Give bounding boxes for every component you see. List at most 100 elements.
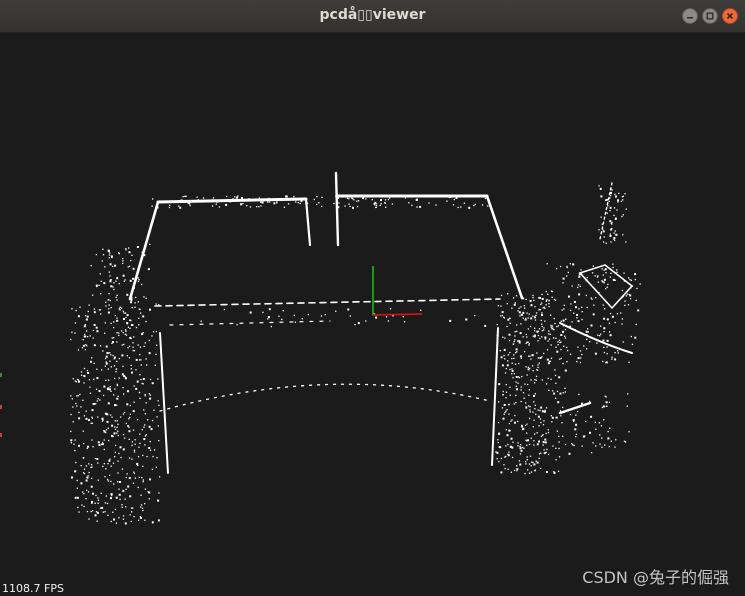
cloud-point (112, 354, 114, 357)
cloud-point (307, 313, 309, 316)
cloud-point (126, 293, 129, 296)
cloud-point (371, 199, 373, 201)
3d-viewport[interactable]: 1108.7 FPS CSDN @兔子的倔强 (0, 33, 745, 596)
cloud-point (88, 518, 90, 520)
cloud-point (72, 421, 74, 423)
cloud-point (131, 458, 133, 460)
cloud-point (538, 362, 540, 364)
cloud-point (116, 277, 119, 280)
cloud-point (333, 202, 335, 205)
cloud-point (113, 282, 115, 284)
cloud-point (113, 394, 115, 396)
cloud-point (151, 205, 153, 207)
cloud-point (624, 300, 626, 302)
cloud-point (502, 336, 504, 338)
cloud-point (601, 223, 603, 225)
cloud-point (628, 431, 630, 433)
axis-x (372, 313, 423, 316)
cloud-point (75, 461, 77, 464)
cloud-point (609, 427, 611, 429)
pcl-viewer-window: pcdå▯▯viewer 1108.7 FPS CSDN @兔子的倔强 (0, 0, 745, 596)
cloud-point (182, 196, 184, 198)
cloud-point (542, 424, 545, 426)
cloud-point (586, 276, 588, 279)
cloud-point (520, 306, 522, 308)
cloud-point (611, 315, 614, 318)
minimize-button[interactable] (682, 8, 698, 24)
cloud-point (518, 341, 521, 344)
cloud-point (287, 203, 290, 205)
cloud-point (543, 410, 546, 413)
cloud-point (529, 411, 531, 413)
cloud-point (74, 439, 76, 441)
cloud-point (127, 390, 129, 393)
cloud-point (107, 427, 109, 429)
cloud-point (85, 498, 87, 500)
cloud-point (609, 206, 612, 209)
cloud-point (506, 303, 508, 305)
cloud-point (526, 374, 528, 376)
cloud-point (547, 293, 549, 295)
cloud-point (321, 196, 323, 198)
cloud-point (103, 463, 105, 465)
cloud-point (564, 328, 567, 331)
cloud-point (100, 280, 102, 282)
cloud-point (560, 334, 563, 336)
cloud-point (516, 324, 518, 326)
cloud-point (124, 522, 127, 525)
cloud-point (578, 276, 580, 278)
cloud-point (545, 407, 548, 409)
cloud-point (509, 317, 511, 319)
cloud-point (144, 519, 146, 521)
cloud-point (117, 460, 119, 462)
close-button[interactable] (722, 8, 738, 24)
cloud-point (521, 297, 523, 299)
cloud-point (91, 510, 94, 512)
cloud-point (196, 196, 198, 198)
cloud-point (450, 196, 452, 199)
cloud-point (631, 343, 634, 345)
cloud-point (511, 357, 513, 360)
cloud-point (96, 400, 98, 402)
cloud-point (577, 346, 579, 348)
cloud-point (543, 329, 545, 331)
cloud-point (116, 319, 119, 322)
cloud-point (106, 388, 109, 391)
cloud-point (563, 345, 565, 347)
cloud-point (496, 458, 498, 460)
cloud-point (78, 411, 80, 414)
cloud-point (125, 329, 127, 331)
cloud-point (104, 266, 106, 268)
cloud-point (128, 438, 130, 440)
cloud-point (530, 358, 532, 360)
cloud-point (142, 454, 144, 457)
cloud-point (609, 312, 612, 315)
cloud-point (223, 308, 226, 311)
cloud-point (623, 280, 625, 282)
cloud-point (293, 314, 295, 316)
cloud-point (416, 198, 418, 201)
cloud-point (602, 405, 605, 408)
cloud-point (78, 417, 81, 420)
cloud-point (153, 409, 155, 411)
title-bar[interactable]: pcdå▯▯viewer (0, 0, 745, 33)
cloud-point (157, 378, 159, 380)
cloud-point (525, 298, 527, 301)
cloud-point (258, 197, 260, 199)
cloud-point (338, 202, 340, 204)
maximize-button[interactable] (702, 8, 718, 24)
cloud-point (524, 319, 526, 321)
cloud-point (114, 404, 116, 407)
cloud-point (108, 304, 110, 306)
cloud-point (532, 354, 534, 356)
cloud-point (141, 507, 144, 509)
cloud-point (614, 230, 616, 232)
cloud-point (134, 477, 136, 479)
cloud-point (522, 311, 525, 314)
cloud-floor-arc (159, 383, 491, 412)
cloud-point (133, 401, 135, 403)
cloud-point (125, 488, 127, 490)
cloud-point (590, 452, 593, 454)
cloud-point (76, 479, 78, 482)
cloud-point (537, 369, 539, 371)
